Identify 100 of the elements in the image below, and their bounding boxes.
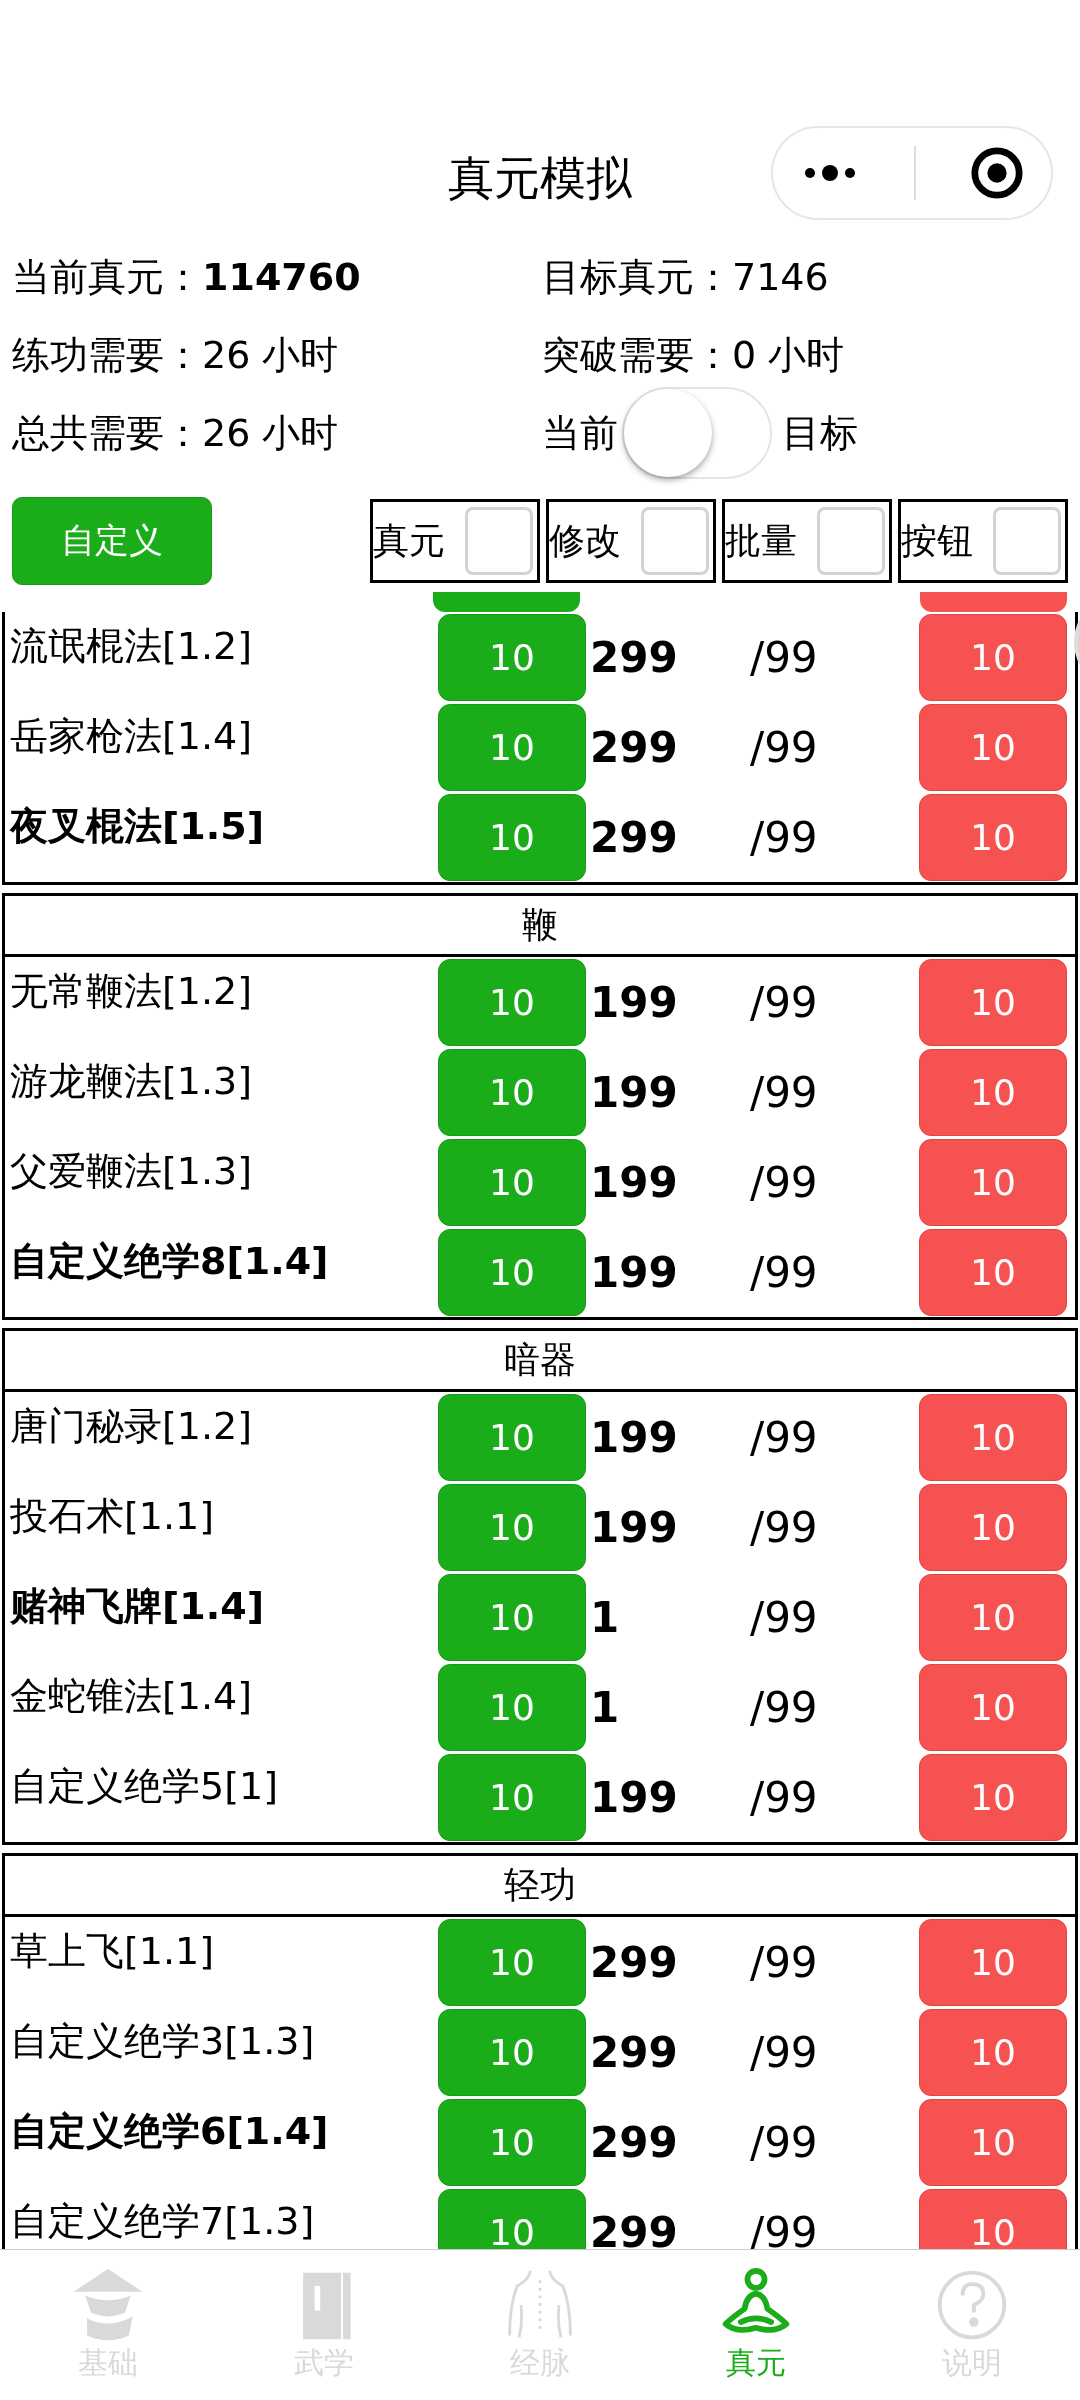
subtract-button[interactable]: 10 — [919, 1228, 1067, 1316]
skill-value: 1 — [589, 1592, 621, 1642]
toggle-label: 目标 — [782, 409, 858, 457]
skill-name: 自定义绝学3[1.3] — [9, 2017, 316, 2065]
add-button[interactable]: 10 — [438, 1228, 586, 1316]
stat-value: 26 小时 — [202, 331, 339, 379]
add-button[interactable]: 10 — [438, 1138, 586, 1226]
add-button[interactable]: 10 — [438, 2188, 586, 2249]
add-button[interactable]: 10 — [438, 1393, 586, 1481]
page-title: 真元模拟 — [448, 150, 632, 207]
skill-name: 投石术[1.1] — [9, 1492, 216, 1540]
category-header: 暗器 — [5, 1331, 1075, 1392]
skill-value: 299 — [589, 722, 679, 772]
skill-value: 1 — [589, 1682, 621, 1732]
skill-value: 299 — [589, 2207, 679, 2249]
skill-value: 199 — [589, 1067, 679, 1117]
subtract-button[interactable]: 10 — [919, 793, 1067, 881]
skill-value: 199 — [589, 1412, 679, 1462]
skill-name: 赌神飞牌[1.4] — [9, 1582, 266, 1630]
subtract-button[interactable]: 10 — [919, 1918, 1067, 2006]
add-button[interactable]: 10 — [438, 1918, 586, 2006]
checkbox[interactable] — [641, 507, 709, 575]
skill-name: 夜叉棍法[1.5] — [8, 802, 266, 850]
close-icon[interactable] — [970, 146, 1024, 200]
subtract-button[interactable]: 10 — [919, 2188, 1067, 2249]
custom-button[interactable]: 自定义 — [12, 497, 212, 585]
subtract-button[interactable]: 10 — [919, 1048, 1067, 1136]
nav-tab[interactable]: 真元 — [656, 2266, 856, 2384]
stat-value: 114760 — [202, 255, 361, 299]
skill-name: 岳家枪法[1.4] — [9, 712, 254, 760]
skill-name: 父爱鞭法[1.3] — [9, 1147, 254, 1195]
category-header: 鞭 — [5, 896, 1075, 957]
subtract-button[interactable]: 10 — [919, 1393, 1067, 1481]
skill-name: 自定义绝学5[1] — [9, 1762, 279, 1810]
add-button[interactable]: 10 — [438, 793, 586, 881]
skill-value: 199 — [589, 977, 679, 1027]
subtract-button[interactable]: 10 — [919, 2008, 1067, 2096]
skill-name: 无常鞭法[1.2] — [9, 967, 254, 1015]
subtract-button[interactable]: 10 — [919, 1138, 1067, 1226]
skill-max: /99 — [750, 1592, 818, 1642]
add-button[interactable]: 10 — [438, 703, 586, 791]
checkbox[interactable] — [817, 507, 885, 575]
skill-max: /99 — [750, 1157, 818, 1207]
skill-value: 199 — [589, 1247, 679, 1297]
category-header: 轻功 — [5, 1856, 1075, 1917]
subtract-button[interactable]: 10 — [919, 1663, 1067, 1751]
stat-label: 目标真元： — [542, 253, 732, 301]
skill-value: 199 — [589, 1772, 679, 1822]
subtract-button[interactable]: 10 — [919, 613, 1067, 701]
subtract-button[interactable]: 10 — [919, 1753, 1067, 1841]
skill-max: /99 — [750, 812, 818, 862]
skill-max: /99 — [750, 1412, 818, 1462]
skill-max: /99 — [750, 1247, 818, 1297]
skill-max: /99 — [750, 1937, 818, 1987]
subtract-button[interactable]: 10 — [919, 2098, 1067, 2186]
option-label: 真元 — [373, 518, 445, 563]
add-button[interactable]: 10 — [438, 2098, 586, 2186]
skill-value: 299 — [589, 2027, 679, 2077]
add-button[interactable]: 10 — [438, 958, 586, 1046]
skill-name: 自定义绝学7[1.3] — [9, 2197, 316, 2245]
skill-name: 自定义绝学8[1.4] — [9, 1237, 330, 1285]
add-button[interactable]: 10 — [438, 1663, 586, 1751]
checkbox[interactable] — [993, 507, 1061, 575]
toggle-label: 当前 — [542, 409, 618, 457]
skill-max: /99 — [750, 1682, 818, 1732]
checkbox[interactable] — [465, 507, 533, 575]
skill-name: 自定义绝学6[1.4] — [9, 2107, 330, 2155]
skill-max: /99 — [750, 977, 818, 1027]
subtract-button[interactable]: 10 — [919, 1573, 1067, 1661]
add-button[interactable]: 10 — [438, 1048, 586, 1136]
add-button[interactable]: 10 — [438, 1753, 586, 1841]
skill-max: /99 — [750, 1067, 818, 1117]
skill-value: 299 — [589, 632, 679, 682]
add-button[interactable]: 10 — [438, 2008, 586, 2096]
skill-value: 299 — [589, 2117, 679, 2167]
add-button[interactable]: 10 — [438, 613, 586, 701]
stat-label: 当前真元： — [12, 253, 202, 301]
skill-name: 游龙鞭法[1.3] — [9, 1057, 254, 1105]
stat-value: 0 小时 — [732, 331, 845, 379]
subtract-button[interactable]: 10 — [919, 958, 1067, 1046]
subtract-button[interactable]: 10 — [919, 703, 1067, 791]
skill-max: /99 — [750, 722, 818, 772]
toggle-switch[interactable] — [622, 387, 772, 479]
skill-max: /99 — [750, 2117, 818, 2167]
skill-name: 流氓棍法[1.2] — [9, 622, 254, 670]
stat-value: 26 小时 — [202, 409, 339, 457]
add-button[interactable]: 10 — [438, 1483, 586, 1571]
skill-value: 199 — [589, 1157, 679, 1207]
stat-label: 总共需要： — [12, 409, 202, 457]
skill-max: /99 — [750, 1772, 818, 1822]
skill-value: 299 — [589, 1937, 679, 1987]
skill-name: 草上飞[1.1] — [9, 1927, 216, 1975]
stat-label: 突破需要： — [542, 331, 732, 379]
stat-value: 7146 — [732, 255, 829, 299]
add-button[interactable]: 10 — [438, 1573, 586, 1661]
skill-max: /99 — [750, 1502, 818, 1552]
option-label: 修改 — [549, 518, 621, 563]
skill-value: 199 — [589, 1502, 679, 1552]
subtract-button[interactable]: 10 — [919, 1483, 1067, 1571]
skill-name: 金蛇锥法[1.4] — [9, 1672, 254, 1720]
